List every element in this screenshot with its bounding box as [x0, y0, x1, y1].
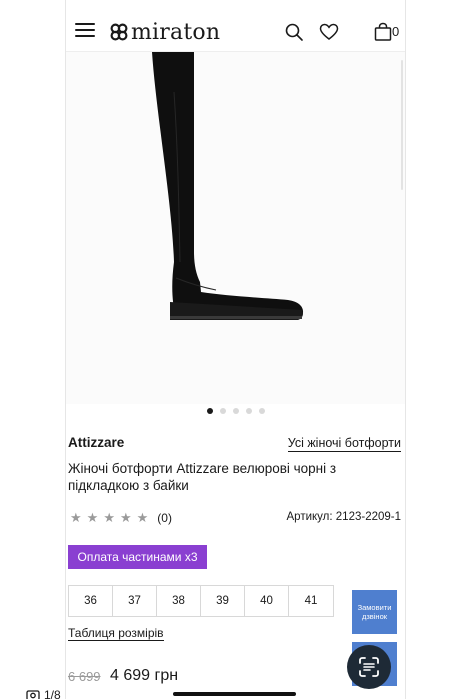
product-page: miraton 0 Attizzare Усі жіночі ботфорти … [0, 0, 459, 699]
page-indicator-text: 1/8 [44, 688, 61, 699]
site-logo[interactable]: miraton [110, 18, 220, 46]
text-scan-icon [359, 657, 379, 677]
photos-icon [26, 690, 40, 699]
cart-count: 0 [392, 24, 400, 39]
star-icon: ★ [103, 510, 115, 525]
size-option[interactable]: 37 [113, 586, 157, 616]
size-selector: 36 37 38 39 40 41 [68, 585, 334, 617]
home-indicator[interactable] [173, 692, 296, 696]
bag-icon[interactable] [373, 22, 393, 42]
rating-count: (0) [157, 511, 172, 525]
size-option[interactable]: 39 [201, 586, 245, 616]
size-option[interactable]: 41 [289, 586, 333, 616]
heart-icon[interactable] [319, 22, 339, 42]
article-number: Артикул: 2123-2209-1 [286, 511, 401, 523]
installment-button[interactable]: Оплата частинами x3 [68, 545, 207, 569]
category-link[interactable]: Усі жіночі ботфорти [287, 436, 401, 452]
divider-right [405, 0, 406, 699]
gallery-dot[interactable] [232, 408, 239, 414]
product-brand[interactable]: Attizzare [68, 435, 124, 450]
search-icon[interactable] [284, 22, 304, 42]
logo-text: miraton [131, 19, 221, 45]
size-option[interactable]: 38 [157, 586, 201, 616]
star-icon: ★ [136, 510, 149, 525]
page-indicator: 1/8 [26, 688, 61, 699]
product-image[interactable] [66, 52, 405, 404]
product-title: Жіночі ботфорти Attizzare велюрові чорні… [68, 461, 337, 493]
rating[interactable]: ★ ★ ★ ★ ★ (0) [70, 510, 172, 526]
site-header: miraton 0 [66, 0, 405, 52]
scan-text-button[interactable] [347, 645, 391, 689]
gallery-dot[interactable] [219, 408, 226, 414]
old-price: 6 699 [68, 669, 101, 684]
gallery-dot[interactable] [206, 408, 213, 414]
star-icon: ★ [119, 510, 132, 525]
gallery-dot[interactable] [245, 408, 252, 414]
size-option[interactable]: 40 [245, 586, 289, 616]
size-option[interactable]: 36 [69, 586, 113, 616]
callback-label: Замовити дзвінок [357, 603, 392, 621]
star-icon: ★ [86, 510, 99, 525]
logo-mark-icon [110, 23, 128, 41]
menu-icon[interactable] [75, 23, 95, 37]
callback-button[interactable]: Замовити дзвінок [352, 590, 397, 634]
current-price: 4 699 грн [110, 667, 179, 684]
size-table-link[interactable]: Таблиця розмірів [68, 626, 164, 641]
boot-image [152, 52, 304, 320]
gallery-dots [66, 408, 405, 418]
gallery-dot[interactable] [258, 408, 265, 414]
star-icon: ★ [70, 510, 82, 525]
scrollbar[interactable] [401, 60, 403, 190]
